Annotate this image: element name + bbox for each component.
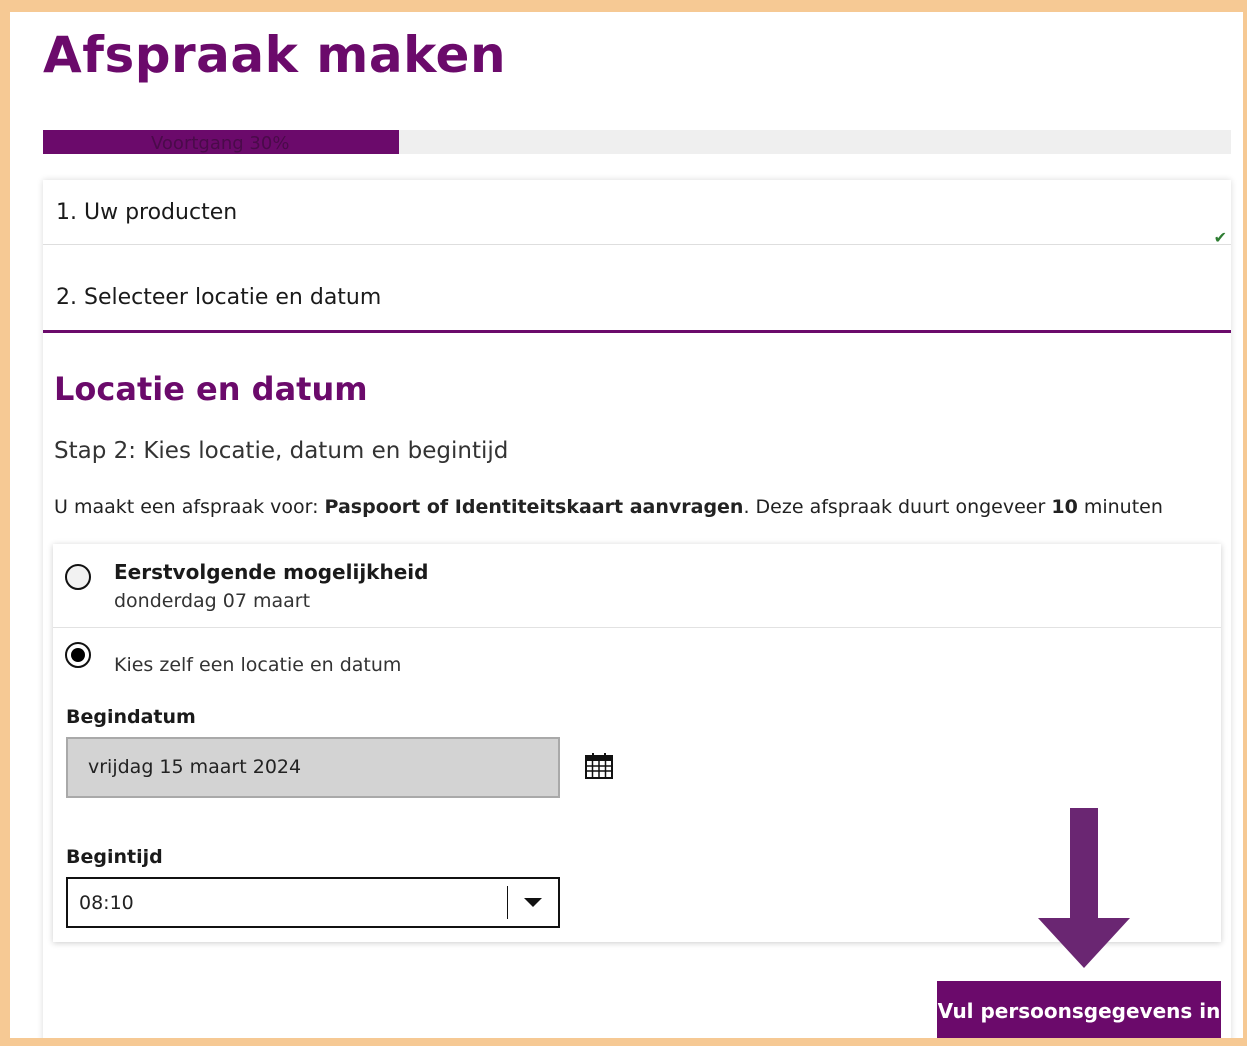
progress-bar: Voortgang 30% — [43, 130, 1231, 154]
step-products-label: 1. Uw producten — [56, 200, 238, 225]
calendar-icon[interactable] — [585, 753, 613, 779]
progress-label: Voortgang 30% — [151, 133, 290, 154]
start-time-label: Begintijd — [66, 846, 163, 868]
select-divider — [507, 886, 508, 919]
info-prefix: U maakt een afspraak voor: — [54, 496, 325, 518]
option-first-date: donderdag 07 maart — [114, 590, 311, 612]
info-product: Paspoort of Identiteitskaart aanvragen — [324, 496, 744, 518]
start-time-value: 08:10 — [79, 892, 134, 914]
next-personal-details-button[interactable]: Vul persoonsgegevens in — [937, 981, 1221, 1038]
chevron-down-icon[interactable] — [524, 898, 542, 907]
option-first-title: Eerstvolgende mogelijkheid — [114, 560, 429, 584]
start-date-input[interactable]: vrijdag 15 maart 2024 — [66, 737, 560, 798]
arrow-down-icon — [1038, 808, 1130, 968]
page-title: Afspraak maken — [43, 26, 507, 84]
start-time-select[interactable]: 08:10 — [66, 877, 560, 928]
section-subtitle: Stap 2: Kies locatie, datum en begintijd — [54, 438, 509, 464]
info-duration: 10 — [1051, 496, 1078, 518]
step-location-date[interactable]: 2. Selecteer locatie en datum — [43, 245, 1231, 333]
step-products[interactable]: 1. Uw producten ✔ — [43, 180, 1231, 247]
radio-custom-location-date[interactable] — [65, 642, 91, 668]
option-first-available[interactable]: Eerstvolgende mogelijkheid donderdag 07 … — [53, 544, 1221, 628]
step-location-date-label: 2. Selecteer locatie en datum — [56, 285, 382, 310]
info-middle: . Deze afspraak duurt ongeveer — [743, 496, 1052, 518]
section-title: Locatie en datum — [54, 370, 368, 408]
page-container: Afspraak maken Voortgang 30% 1. Uw produ… — [10, 12, 1243, 1038]
start-date-label: Begindatum — [66, 706, 196, 728]
info-suffix: minuten — [1077, 496, 1163, 518]
appointment-info: U maakt een afspraak voor: Paspoort of I… — [54, 496, 1163, 518]
radio-first-available[interactable] — [65, 564, 91, 590]
option-custom-label[interactable]: Kies zelf een locatie en datum — [114, 654, 401, 676]
